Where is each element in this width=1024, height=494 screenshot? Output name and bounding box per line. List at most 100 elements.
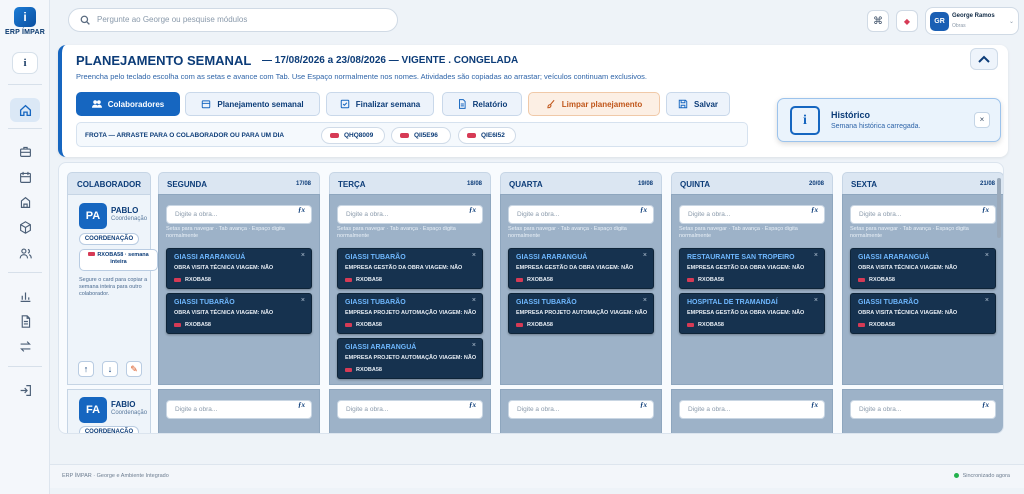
users-icon[interactable] bbox=[10, 241, 40, 265]
day-cell[interactable]: Digite a obra... ƒx Setas para navegar · T… bbox=[671, 194, 833, 385]
activity-card[interactable]: GIASSI ARARANGUÁ × OBRA VISITA TÉCNICA VIA… bbox=[166, 248, 312, 289]
close-icon[interactable]: × bbox=[814, 252, 818, 259]
relatorio-button[interactable]: Relatório bbox=[442, 92, 522, 116]
formula-icon[interactable]: ƒx bbox=[298, 401, 305, 409]
close-icon[interactable]: × bbox=[472, 252, 476, 259]
activity-card[interactable]: GIASSI TUBARÃO × OBRA VISITA TÉCNICA VIAGE… bbox=[166, 293, 312, 334]
car-icon bbox=[345, 367, 352, 372]
close-icon[interactable]: × bbox=[643, 252, 647, 259]
activity-title: GIASSI ARARANGUÁ bbox=[858, 254, 930, 261]
day-cell[interactable]: Digite a obra... ƒx bbox=[329, 389, 491, 433]
info-button[interactable]: i bbox=[12, 52, 38, 74]
car-icon bbox=[467, 133, 476, 138]
activity-title: RESTAURANTE SAN TROPEIRO bbox=[687, 254, 795, 261]
activity-meta: EMPRESA PROJETO AUTOMAÇÃO VIAGEM: NÃO bbox=[345, 310, 477, 316]
formula-icon[interactable]: ƒx bbox=[811, 206, 818, 214]
day-cell[interactable]: Digite a obra... ƒx bbox=[158, 389, 320, 433]
vehicle-assignment[interactable]: RXOBA58 · semana inteira bbox=[79, 249, 158, 271]
day-cell[interactable]: Digite a obra... ƒx Setas para navegar · T… bbox=[329, 194, 491, 385]
formula-icon[interactable]: ƒx bbox=[640, 401, 647, 409]
close-icon[interactable]: × bbox=[301, 252, 305, 259]
activity-meta: EMPRESA GESTÃO DA OBRA VIAGEM: NÃO bbox=[687, 310, 805, 316]
activity-card[interactable]: GIASSI ARARANGUÁ × EMPRESA GESTÃO DA OBRA … bbox=[508, 248, 654, 289]
edit-button[interactable]: ✎ bbox=[126, 361, 142, 377]
obra-placeholder: Digite a obra... bbox=[346, 211, 389, 218]
colaboradores-button[interactable]: Colaboradores bbox=[76, 92, 180, 116]
day-cell[interactable]: Digite a obra... ƒx Setas para navegar · T… bbox=[842, 194, 1003, 385]
finalizar-semana-button[interactable]: Finalizar semana bbox=[326, 92, 434, 116]
close-icon[interactable]: × bbox=[472, 342, 476, 349]
day-cell[interactable]: Digite a obra... ƒx Setas para navegar · T… bbox=[158, 194, 320, 385]
close-icon[interactable]: × bbox=[472, 297, 476, 304]
formula-icon[interactable]: ƒx bbox=[640, 206, 647, 214]
command-icon[interactable]: ⌘ bbox=[867, 10, 889, 32]
collaborator-cell[interactable]: PA PABLO Coordenação COORDENAÇÃO RXOBA58… bbox=[67, 194, 158, 385]
activity-card[interactable]: GIASSI TUBARÃO × EMPRESA PROJETO AUTOMAÇÃO… bbox=[508, 293, 654, 334]
close-icon[interactable]: × bbox=[985, 297, 989, 304]
obra-input[interactable]: Digite a obra... ƒx bbox=[166, 205, 312, 224]
calendar-icon[interactable] bbox=[10, 165, 40, 189]
formula-icon[interactable]: ƒx bbox=[982, 401, 989, 409]
day-cell[interactable]: Digite a obra... ƒx Setas para navegar · T… bbox=[500, 194, 662, 385]
day-cell[interactable]: Digite a obra... ƒx bbox=[500, 389, 662, 433]
planejamento-semanal-button[interactable]: Planejamento semanal bbox=[185, 92, 320, 116]
close-icon[interactable]: × bbox=[985, 252, 989, 259]
notification-icon[interactable]: ◆ bbox=[896, 10, 918, 32]
vehicle-chip[interactable]: QHQ8009 bbox=[321, 127, 385, 144]
activity-card[interactable]: HOSPITAL DE TRAMANDAÍ × EMPRESA GESTÃO DA … bbox=[679, 293, 825, 334]
briefcase-icon[interactable] bbox=[10, 139, 40, 163]
activity-card[interactable]: GIASSI ARARANGUÁ × EMPRESA PROJETO AUTOMAÇ… bbox=[337, 338, 483, 379]
activity-card[interactable]: RESTAURANTE SAN TROPEIRO × EMPRESA GESTÃO … bbox=[679, 248, 825, 289]
scrollbar[interactable] bbox=[997, 178, 1001, 238]
obra-input[interactable]: Digite a obra... ƒx bbox=[850, 205, 996, 224]
history-toast: i Histórico Semana histórica carregada. … bbox=[777, 98, 1001, 142]
close-icon[interactable]: × bbox=[814, 297, 818, 304]
obra-placeholder: Digite a obra... bbox=[688, 211, 731, 218]
app-logo[interactable]: i bbox=[14, 7, 36, 27]
sidebar-divider bbox=[8, 84, 42, 85]
activity-vehicle: RXOBA58 bbox=[858, 277, 895, 283]
obra-input[interactable]: Digite a obra... ƒx bbox=[337, 400, 483, 419]
obra-input[interactable]: Digite a obra... ƒx bbox=[508, 400, 654, 419]
activity-card[interactable]: GIASSI TUBARÃO × OBRA VISITA TÉCNICA VIAGE… bbox=[850, 293, 996, 334]
collaborator-cell[interactable]: FA FABIO Coordenação COORDENAÇÃO bbox=[67, 389, 151, 433]
close-icon[interactable]: × bbox=[974, 112, 990, 128]
close-icon[interactable]: × bbox=[301, 297, 305, 304]
building-icon[interactable] bbox=[10, 190, 40, 214]
car-icon bbox=[516, 322, 523, 327]
formula-icon[interactable]: ƒx bbox=[469, 401, 476, 409]
formula-icon[interactable]: ƒx bbox=[982, 206, 989, 214]
user-menu[interactable]: GR George Ramos Obras ⌄ bbox=[925, 7, 1019, 35]
activity-card[interactable]: GIASSI TUBARÃO × EMPRESA GESTÃO DA OBRA VI… bbox=[337, 248, 483, 289]
move-down-button[interactable]: ↓ bbox=[102, 361, 118, 377]
cube-icon[interactable] bbox=[10, 215, 40, 239]
obra-input[interactable]: Digite a obra... ƒx bbox=[508, 205, 654, 224]
formula-icon[interactable]: ƒx bbox=[298, 206, 305, 214]
obra-input[interactable]: Digite a obra... ƒx bbox=[337, 205, 483, 224]
chart-icon[interactable] bbox=[10, 284, 40, 308]
close-icon[interactable]: × bbox=[643, 297, 647, 304]
salvar-button[interactable]: Salvar bbox=[666, 92, 730, 116]
activity-vehicle: RXOBA58 bbox=[174, 277, 211, 283]
formula-icon[interactable]: ƒx bbox=[811, 401, 818, 409]
search-input[interactable]: Pergunte ao George ou pesquise módulos bbox=[68, 8, 398, 32]
formula-icon[interactable]: ƒx bbox=[469, 206, 476, 214]
activity-card[interactable]: GIASSI TUBARÃO × EMPRESA PROJETO AUTOMAÇÃO… bbox=[337, 293, 483, 334]
vehicle-chip[interactable]: QII5E96 bbox=[391, 127, 451, 144]
vehicle-chip[interactable]: QIE6I52 bbox=[458, 127, 516, 144]
obra-input[interactable]: Digite a obra... ƒx bbox=[679, 205, 825, 224]
obra-input[interactable]: Digite a obra... ƒx bbox=[850, 400, 996, 419]
day-cell[interactable]: Digite a obra... ƒx bbox=[671, 389, 833, 433]
limpar-planejamento-button[interactable]: Limpar planejamento bbox=[528, 92, 660, 116]
transfer-icon[interactable] bbox=[10, 334, 40, 358]
obra-input[interactable]: Digite a obra... ƒx bbox=[166, 400, 312, 419]
document-icon[interactable] bbox=[10, 309, 40, 333]
activity-card[interactable]: GIASSI ARARANGUÁ × OBRA VISITA TÉCNICA VIA… bbox=[850, 248, 996, 289]
day-cell[interactable]: Digite a obra... ƒx bbox=[842, 389, 1003, 433]
activity-title: HOSPITAL DE TRAMANDAÍ bbox=[687, 299, 778, 306]
move-up-button[interactable]: ↑ bbox=[78, 361, 94, 377]
collapse-button[interactable] bbox=[970, 48, 998, 70]
obra-input[interactable]: Digite a obra... ƒx bbox=[679, 400, 825, 419]
home-icon[interactable] bbox=[10, 98, 40, 122]
logout-icon[interactable] bbox=[10, 378, 40, 402]
